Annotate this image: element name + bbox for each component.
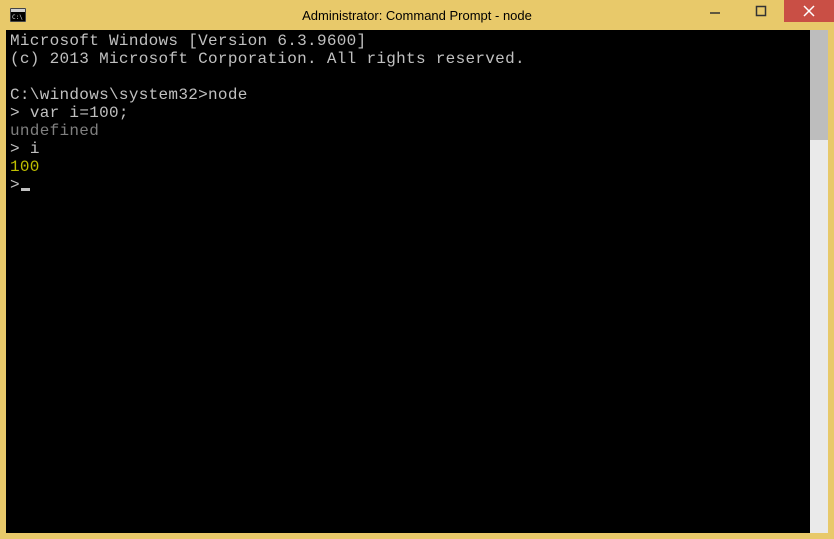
repl-prompt: > xyxy=(10,104,30,122)
content-wrapper: Microsoft Windows [Version 6.3.9600] (c)… xyxy=(0,30,834,539)
maximize-button[interactable] xyxy=(738,0,784,22)
repl-prompt: > xyxy=(10,140,30,158)
terminal[interactable]: Microsoft Windows [Version 6.3.9600] (c)… xyxy=(6,30,810,533)
close-button[interactable] xyxy=(784,0,834,22)
repl-prompt: > xyxy=(10,176,20,194)
repl-input: var i=100; xyxy=(30,104,129,122)
titlebar[interactable]: C:\ Administrator: Command Prompt - node xyxy=(0,0,834,30)
command-prompt-window: C:\ Administrator: Command Prompt - node… xyxy=(0,0,834,539)
terminal-line: (c) 2013 Microsoft Corporation. All righ… xyxy=(10,50,525,68)
terminal-line: Microsoft Windows [Version 6.3.9600] xyxy=(10,32,366,50)
scrollbar[interactable] xyxy=(810,30,828,533)
repl-output: undefined xyxy=(10,122,99,140)
window-controls xyxy=(692,0,834,30)
terminal-container: Microsoft Windows [Version 6.3.9600] (c)… xyxy=(6,30,828,533)
terminal-prompt: C:\windows\system32> xyxy=(10,86,208,104)
cursor-icon xyxy=(21,188,30,191)
minimize-button[interactable] xyxy=(692,0,738,22)
scrollbar-thumb[interactable] xyxy=(810,30,828,140)
repl-input: i xyxy=(30,140,40,158)
repl-output: 100 xyxy=(10,158,40,176)
cmd-icon: C:\ xyxy=(8,5,28,25)
svg-text:C:\: C:\ xyxy=(12,14,23,21)
terminal-input: node xyxy=(208,86,248,104)
